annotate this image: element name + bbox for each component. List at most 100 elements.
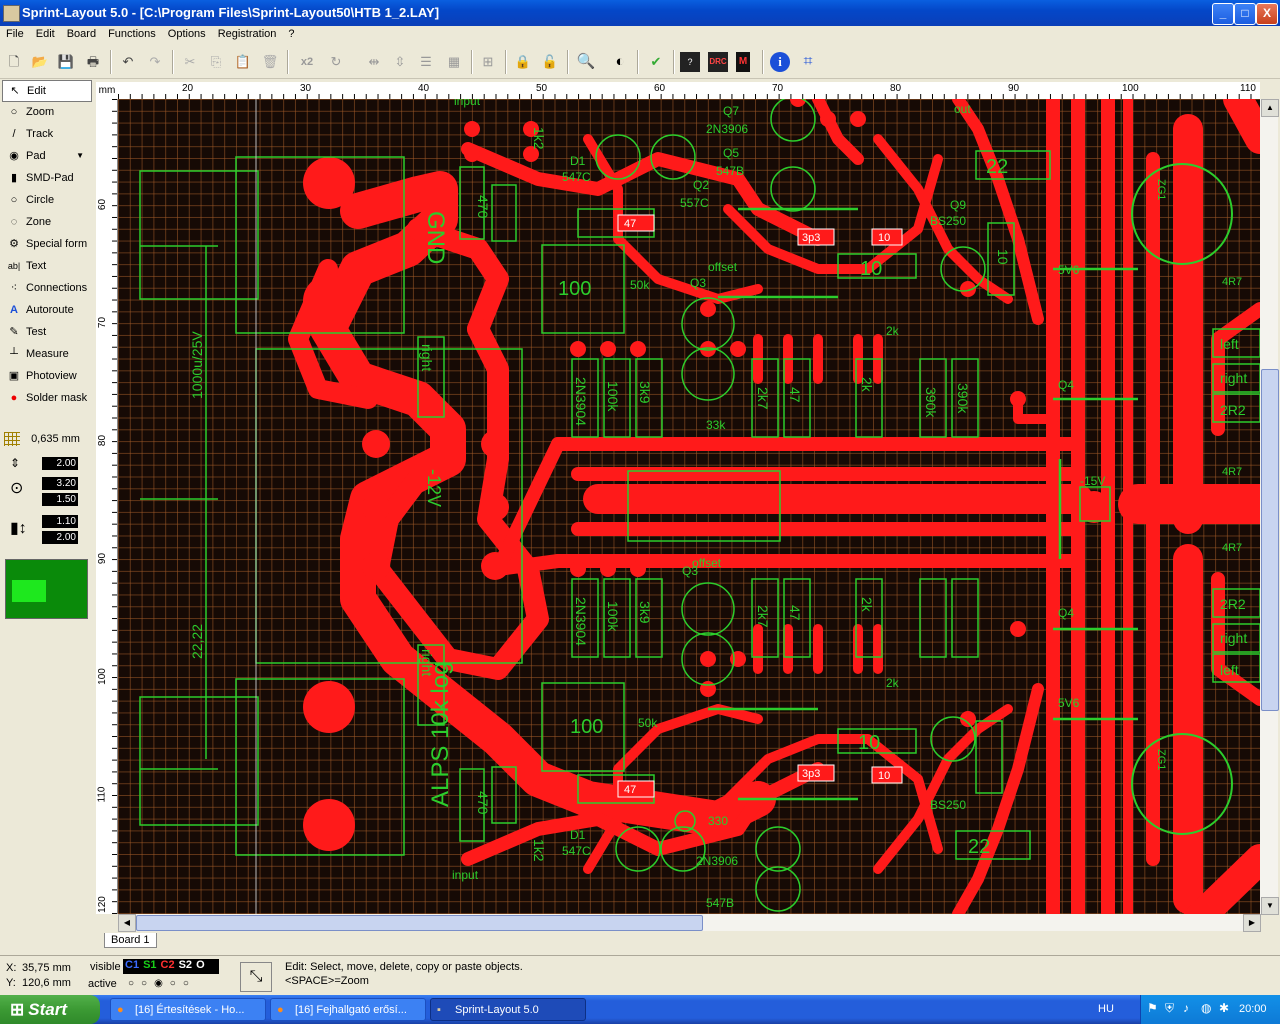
open-folder-icon[interactable]: 📂 <box>30 52 50 72</box>
menu-options[interactable]: Options <box>162 26 212 40</box>
mirror-h-icon[interactable]: ⇹ <box>364 52 384 72</box>
track-width-field[interactable]: 2.00 <box>42 457 78 470</box>
scroll-right-icon[interactable]: ▶ <box>1243 914 1261 932</box>
tool-photoview[interactable]: ▣ Photoview <box>2 366 90 386</box>
pad-outer-field[interactable]: 3.20 <box>42 477 78 490</box>
zoom-x2-icon[interactable]: x2 <box>296 52 318 72</box>
shield-icon[interactable]: ⛨ <box>1165 1001 1174 1016</box>
tool-solder-mask[interactable]: ● Solder mask <box>2 388 90 408</box>
tool-text[interactable]: ab| Text <box>2 256 90 276</box>
grid-setting[interactable]: 0,635 mm <box>4 430 92 448</box>
label-q9: Q9 <box>950 198 966 212</box>
network-icon[interactable]: ⚑ <box>1147 1001 1158 1015</box>
cut-icon[interactable]: ✂ <box>180 52 200 72</box>
label-zg1-b: 4R7 <box>1222 466 1242 478</box>
pcb-canvas[interactable]: input input D1 547C Q7 2N3906 Q5 547B Q2… <box>118 99 1260 914</box>
label-510-b: 2R2 <box>1220 596 1246 612</box>
tool-zoom[interactable]: ○ Zoom <box>2 102 90 122</box>
label-minus12v: Q4 <box>1058 378 1074 392</box>
scroll-down-icon[interactable]: ▼ <box>1261 897 1279 915</box>
vertical-scrollbar[interactable]: ▲ ▼ <box>1260 99 1279 915</box>
dropdown-arrow-icon[interactable]: ▼ <box>76 146 84 166</box>
zoom-search-icon[interactable]: 🔍 <box>576 52 596 72</box>
layer-s1-toggle[interactable]: S1 <box>141 959 158 971</box>
print-icon[interactable]: 🖶 <box>83 52 103 72</box>
scroll-up-icon[interactable]: ▲ <box>1261 99 1279 117</box>
tool-autoroute[interactable]: A Autoroute <box>2 300 90 320</box>
tool-zone[interactable]: ◌ Zone <box>2 212 90 232</box>
ruler-tick: 60 <box>654 83 666 94</box>
mouse-pointer-icon[interactable]: ⤡ <box>240 962 272 992</box>
app-icon[interactable] <box>3 5 20 22</box>
menu-edit[interactable]: Edit <box>30 26 61 40</box>
unlock-icon[interactable]: 🔓 <box>540 52 560 72</box>
tool-pad[interactable]: ◉ Pad ▼ <box>2 146 90 166</box>
mirror-v-icon[interactable]: ⇳ <box>390 52 410 72</box>
firefox-icon: ● <box>277 1004 284 1016</box>
macro-icon[interactable]: ✔ <box>646 52 666 72</box>
delete-icon[interactable]: 🗑 <box>260 52 280 72</box>
copy-icon[interactable]: ⎘ <box>206 52 226 72</box>
menu-file[interactable]: File <box>0 26 30 40</box>
layer-s2-toggle[interactable]: S2 <box>177 959 194 971</box>
horizontal-scroll-thumb[interactable] <box>136 915 703 931</box>
align-icon[interactable]: ☰ <box>416 52 436 72</box>
layer-c2-toggle[interactable]: C2 <box>159 959 177 971</box>
save-icon[interactable]: 💾 <box>56 52 76 72</box>
label-d1-b: D1 <box>570 828 586 842</box>
undo-icon[interactable]: ↶ <box>118 52 138 72</box>
pad-inner-field[interactable]: 1.50 <box>42 493 78 506</box>
smd-width-field[interactable]: 1.10 <box>42 515 78 528</box>
horizontal-scrollbar[interactable]: ◀ ▶ <box>118 914 1261 932</box>
scroll-left-icon[interactable]: ◀ <box>118 914 136 932</box>
layer-o-toggle[interactable]: O <box>194 959 207 971</box>
title-bar[interactable]: Sprint-Layout 5.0 - [C:\Program Files\Sp… <box>0 0 1280 26</box>
tool-special-form[interactable]: ⚙ Special form <box>2 234 90 254</box>
close-button[interactable]: X <box>1256 3 1278 25</box>
info-icon[interactable]: i <box>770 52 790 72</box>
components-icon[interactable]: ⊞ <box>478 52 498 72</box>
redo-icon[interactable]: ↷ <box>145 52 165 72</box>
vertical-scroll-thumb[interactable] <box>1261 369 1279 711</box>
task-sprint-layout[interactable]: ▪ Sprint-Layout 5.0 <box>430 998 586 1021</box>
language-indicator[interactable]: HU <box>1098 1003 1114 1015</box>
menu-functions[interactable]: Functions <box>102 26 162 40</box>
solder-mask-icon: ● <box>10 392 18 404</box>
label-q7: Q7 <box>723 104 739 118</box>
menu-board[interactable]: Board <box>61 26 102 40</box>
active-layer-radios[interactable]: ○○◉○○ <box>128 978 196 989</box>
smd-height-field[interactable]: 2.00 <box>42 531 78 544</box>
bluetooth-icon[interactable]: ✱ <box>1219 1001 1229 1015</box>
lock-icon[interactable]: 🔒 <box>513 52 533 72</box>
tab-board-1[interactable]: Board 1 <box>104 933 157 948</box>
help-properties-icon[interactable]: ? <box>680 52 700 72</box>
start-button[interactable]: ⊞ Start <box>0 995 100 1024</box>
volume-icon[interactable]: ♪ <box>1183 1001 1189 1015</box>
macro-library-icon[interactable]: M <box>736 52 750 72</box>
new-file-icon[interactable]: 🗋 <box>4 52 24 72</box>
tool-connections[interactable]: ⁖ Connections <box>2 278 90 298</box>
tool-edit[interactable]: ↖ Edit <box>2 80 92 102</box>
crop-icon[interactable]: ⌗ <box>798 52 818 72</box>
rotate-icon[interactable]: ↻ <box>326 52 346 72</box>
menu-help[interactable]: ? <box>282 26 300 40</box>
minimize-button[interactable]: _ <box>1212 3 1234 25</box>
tool-circle[interactable]: ○ Circle <box>2 190 90 210</box>
tool-measure[interactable]: ┴ Measure <box>2 344 90 364</box>
tool-smd-pad[interactable]: ▮ SMD-Pad <box>2 168 90 188</box>
group-icon[interactable]: ▦ <box>444 52 464 72</box>
menu-registration[interactable]: Registration <box>212 26 283 40</box>
drc-icon[interactable]: DRC <box>708 52 728 72</box>
layer-toggle-icon[interactable]: ◐ <box>610 52 630 72</box>
task-firefox-2[interactable]: ● [16] Fejhallgató erősí... <box>270 998 426 1021</box>
maximize-button[interactable]: □ <box>1234 3 1256 25</box>
ruler-tick: 90 <box>1008 83 1020 94</box>
layer-preview[interactable] <box>5 559 88 619</box>
tray-app-icon[interactable]: ◍ <box>1201 1001 1211 1015</box>
pcb-drawing[interactable]: input input D1 547C Q7 2N3906 Q5 547B Q2… <box>118 99 1260 914</box>
tool-test[interactable]: ✎ Test <box>2 322 90 342</box>
task-firefox-1[interactable]: ● [16] Értesítések - Ho... <box>110 998 266 1021</box>
tool-track[interactable]: / Track <box>2 124 90 144</box>
paste-icon[interactable]: 📋 <box>233 52 253 72</box>
layer-c1-toggle[interactable]: C1 <box>123 959 141 971</box>
